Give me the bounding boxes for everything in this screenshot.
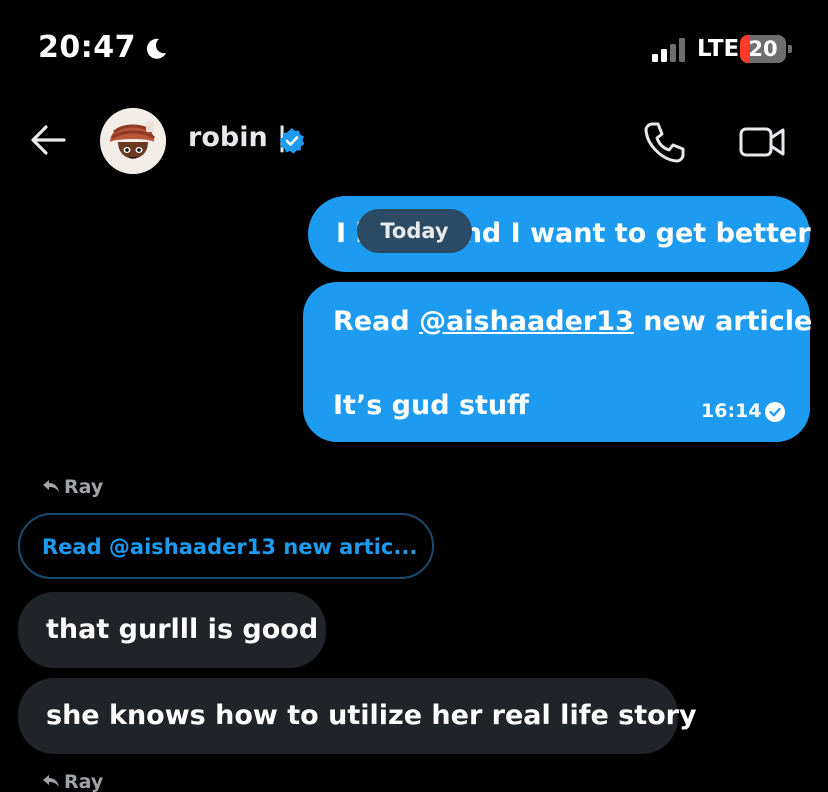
avatar-illustration	[100, 108, 166, 174]
quoted-text: Read @aishaader13 new artic...	[42, 535, 418, 559]
read-receipt-icon	[765, 402, 785, 422]
mention-link[interactable]: @aishaader13	[419, 306, 634, 337]
incoming-message[interactable]: she knows how to utilize her real life s…	[18, 678, 697, 754]
quoted-message[interactable]: Read @aishaader13 new artic...	[18, 513, 434, 579]
back-arrow-icon[interactable]	[28, 122, 68, 158]
message-text-end: nd I want to get better	[462, 218, 811, 249]
reply-author: Ray	[64, 476, 104, 498]
moon-icon	[146, 38, 166, 59]
message-text: she knows how to utilize her real life s…	[46, 700, 697, 731]
signal-bars-icon	[652, 38, 685, 62]
message-line-1: Read @aishaader13 new article	[333, 306, 812, 337]
contact-name[interactable]: robin |	[188, 122, 287, 153]
conversation-header: robin |	[0, 100, 828, 190]
outgoing-message[interactable]: Read @aishaader13 new article It’s gud s…	[303, 282, 812, 442]
message-text: new article	[633, 306, 813, 337]
reply-icon	[43, 480, 59, 492]
network-type: LTE	[697, 36, 740, 62]
battery-body: 20	[740, 35, 786, 63]
battery-indicator: 20	[740, 35, 792, 63]
reply-label: Ray	[42, 476, 103, 498]
message-text: Read	[333, 306, 420, 337]
message-text: that gurlll is good	[46, 614, 319, 645]
avatar[interactable]	[100, 108, 166, 174]
reply-author: Ray	[64, 771, 104, 792]
message-timestamp: 16:14	[701, 400, 762, 422]
status-time: 20:47	[38, 30, 136, 65]
message-line-2: It’s gud stuff	[333, 390, 530, 421]
incoming-message[interactable]: that gurlll is good	[18, 592, 326, 668]
reply-icon	[43, 775, 59, 787]
reply-label: Ray	[42, 771, 103, 792]
status-bar: 20:47 LTE 20	[0, 0, 828, 100]
verified-badge-icon	[279, 128, 305, 154]
battery-level: 20	[748, 37, 778, 61]
battery-cap	[788, 45, 792, 53]
date-divider: Today	[357, 209, 472, 253]
phone-icon[interactable]	[640, 118, 688, 166]
video-camera-icon[interactable]	[738, 120, 788, 164]
